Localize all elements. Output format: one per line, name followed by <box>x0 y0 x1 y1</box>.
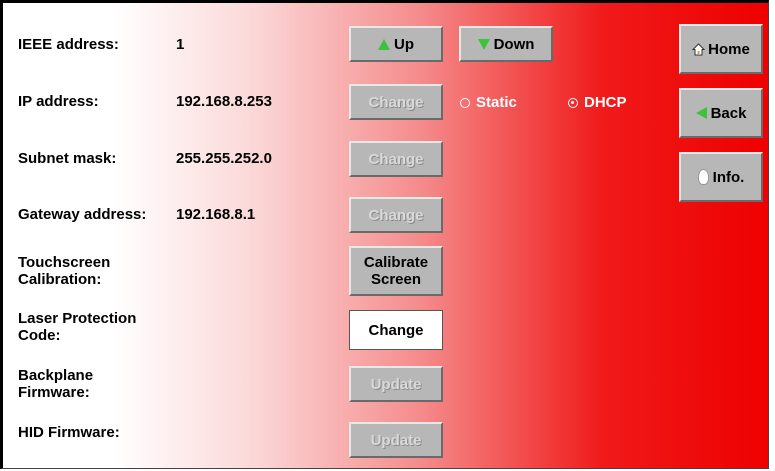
arrow-down-icon <box>477 38 490 50</box>
subnet-mask-value: 255.255.252.0 <box>176 150 272 167</box>
dhcp-radio-icon[interactable] <box>568 97 578 108</box>
back-button-label: Back <box>710 104 747 122</box>
ieee-address-label: IEEE address: <box>18 36 119 53</box>
house-icon <box>692 42 706 55</box>
laser-protection-code-label: Laser Protection Code: <box>18 310 137 344</box>
gateway-address-label: Gateway address: <box>18 206 147 223</box>
down-button[interactable]: Down <box>459 26 553 62</box>
change-ip-button[interactable]: Change <box>349 84 443 120</box>
dhcp-radio-label: DHCP <box>584 94 627 111</box>
calibrate-screen-button[interactable]: Calibrate Screen <box>349 246 443 296</box>
change-laser-code-button[interactable]: Change <box>349 310 443 350</box>
settings-screen: IEEE address: 1 IP address: 192.168.8.25… <box>0 0 769 469</box>
back-button[interactable]: Back <box>679 88 763 138</box>
update-backplane-button[interactable]: Update <box>349 366 443 402</box>
change-gateway-button[interactable]: Change <box>349 197 443 233</box>
lightbulb-icon <box>697 169 709 185</box>
static-radio-option[interactable]: Static <box>460 94 517 111</box>
info-button-label: Info. <box>712 168 745 186</box>
up-button[interactable]: Up <box>349 26 443 62</box>
arrow-left-icon <box>695 107 707 119</box>
static-radio-label: Static <box>476 94 517 111</box>
ip-address-label: IP address: <box>18 93 99 110</box>
arrow-up-icon <box>378 38 390 50</box>
subnet-mask-label: Subnet mask: <box>18 150 117 167</box>
backplane-firmware-label: Backplane Firmware: <box>18 367 94 401</box>
up-button-label: Up <box>394 35 414 53</box>
touchscreen-calibration-label: Touchscreen Calibration: <box>18 254 111 288</box>
gateway-address-value: 192.168.8.1 <box>176 206 256 223</box>
info-button[interactable]: Info. <box>679 152 763 202</box>
ieee-address-value: 1 <box>176 36 185 53</box>
home-button[interactable]: Home <box>679 24 763 74</box>
update-hid-button[interactable]: Update <box>349 422 443 458</box>
static-radio-icon[interactable] <box>460 97 470 108</box>
change-subnet-button[interactable]: Change <box>349 141 443 177</box>
dhcp-radio-option[interactable]: DHCP <box>568 94 627 111</box>
hid-firmware-label: HID Firmware: <box>18 424 120 441</box>
home-button-label: Home <box>708 40 750 58</box>
down-button-label: Down <box>493 35 535 53</box>
ip-address-value: 192.168.8.253 <box>176 93 272 110</box>
